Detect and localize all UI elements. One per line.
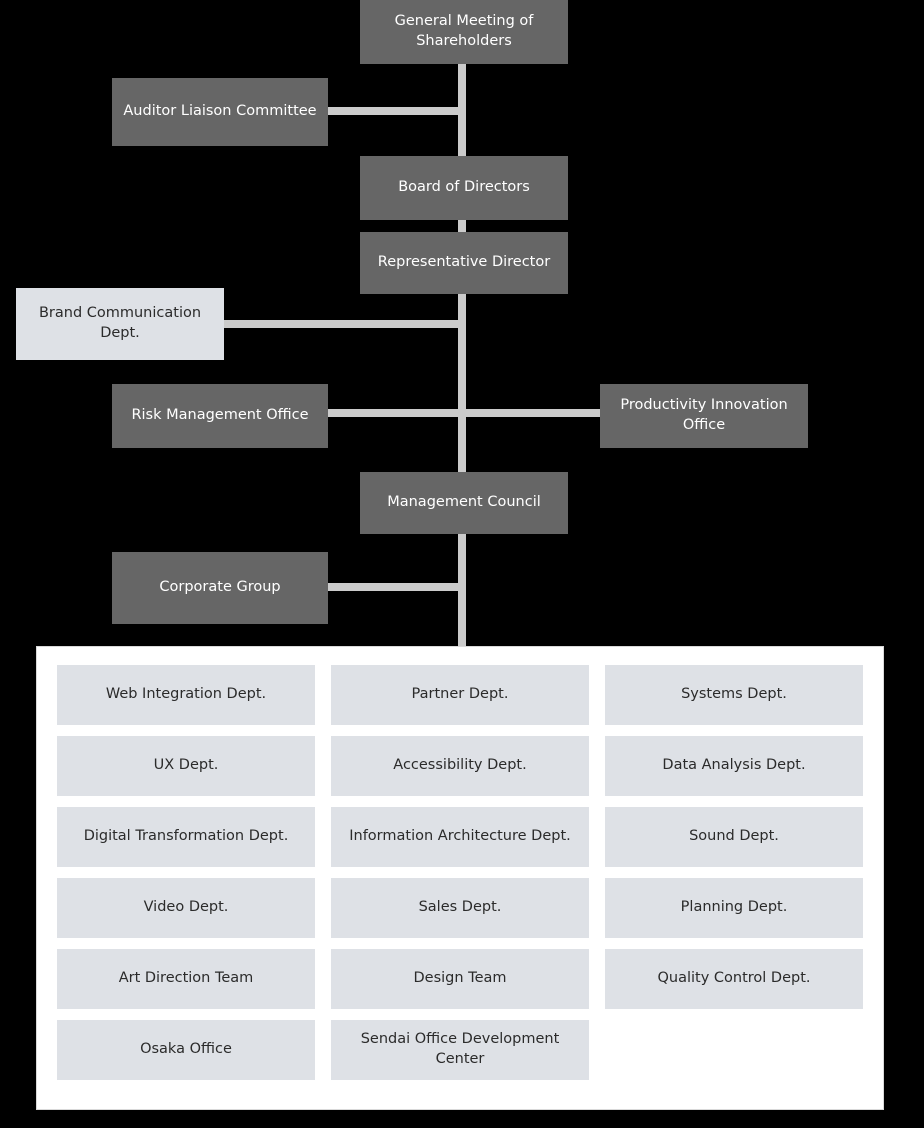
node-management-council[interactable]: Management Council	[360, 472, 568, 534]
department-box[interactable]: Information Architecture Dept.	[331, 807, 589, 867]
department-box[interactable]: Web Integration Dept.	[57, 665, 315, 725]
node-representative-director[interactable]: Representative Director	[360, 232, 568, 294]
department-box[interactable]: Design Team	[331, 949, 589, 1009]
connector-trunk-to-productivity-innovation	[458, 409, 604, 417]
connector-management-council-to-departments	[458, 534, 466, 650]
department-label: Digital Transformation Dept.	[83, 828, 289, 845]
department-cell-empty	[605, 1020, 863, 1080]
department-box[interactable]: Partner Dept.	[331, 665, 589, 725]
department-box[interactable]: Osaka Office	[57, 1020, 315, 1080]
department-box[interactable]: UX Dept.	[57, 736, 315, 796]
department-label: Accessibility Dept.	[393, 757, 527, 774]
node-label: Board of Directors	[398, 179, 530, 196]
connector-auditor-liaison-to-trunk	[328, 107, 466, 115]
department-box[interactable]: Data Analysis Dept.	[605, 736, 863, 796]
department-label: Design Team	[413, 970, 507, 987]
connector-corporate-group-to-trunk	[328, 583, 466, 591]
department-box[interactable]: Sendai Office Development Center	[331, 1020, 589, 1080]
connector-brand-communication-to-trunk	[224, 320, 466, 328]
department-box[interactable]: Video Dept.	[57, 878, 315, 938]
departments-panel: Web Integration Dept. Partner Dept. System…	[36, 646, 884, 1110]
department-box[interactable]: Accessibility Dept.	[331, 736, 589, 796]
department-label: Video Dept.	[143, 899, 229, 916]
department-label: Art Direction Team	[118, 970, 254, 987]
department-label: Sales Dept.	[418, 899, 502, 916]
org-chart-canvas: General Meeting of Shareholders Auditor …	[0, 0, 924, 1128]
department-label: Planning Dept.	[680, 899, 788, 916]
department-box[interactable]: Sound Dept.	[605, 807, 863, 867]
department-label: Web Integration Dept.	[105, 686, 267, 703]
node-general-meeting-of-shareholders[interactable]: General Meeting of Shareholders	[360, 0, 568, 64]
department-label: Sound Dept.	[689, 828, 779, 845]
node-label: Corporate Group	[159, 579, 281, 596]
department-box[interactable]: Systems Dept.	[605, 665, 863, 725]
node-risk-management-office[interactable]: Risk Management Office	[112, 384, 328, 448]
department-label: Systems Dept.	[681, 686, 787, 703]
departments-grid: Web Integration Dept. Partner Dept. System…	[57, 665, 863, 1080]
node-label: Auditor Liaison Committee	[123, 103, 317, 120]
node-label: Brand Communication Dept.	[38, 305, 202, 341]
department-label: Partner Dept.	[411, 686, 509, 703]
node-label: Representative Director	[377, 254, 551, 271]
node-label: Risk Management Office	[131, 407, 309, 424]
department-label: Information Architecture Dept.	[349, 828, 571, 845]
department-label: Sendai Office Development Center	[360, 1031, 560, 1067]
department-label: Quality Control Dept.	[657, 970, 811, 987]
department-label: Data Analysis Dept.	[662, 757, 806, 774]
department-box[interactable]: Art Direction Team	[57, 949, 315, 1009]
department-box[interactable]: Quality Control Dept.	[605, 949, 863, 1009]
node-corporate-group[interactable]: Corporate Group	[112, 552, 328, 624]
connector-risk-management-to-trunk	[328, 409, 466, 417]
node-productivity-innovation-office[interactable]: Productivity Innovation Office	[600, 384, 808, 448]
node-board-of-directors[interactable]: Board of Directors	[360, 156, 568, 220]
department-box[interactable]: Digital Transformation Dept.	[57, 807, 315, 867]
node-brand-communication-dept[interactable]: Brand Communication Dept.	[16, 288, 224, 360]
node-label: Productivity Innovation Office	[620, 397, 788, 433]
node-auditor-liaison-committee[interactable]: Auditor Liaison Committee	[112, 78, 328, 146]
department-label: Osaka Office	[140, 1041, 232, 1058]
department-box[interactable]: Sales Dept.	[331, 878, 589, 938]
department-label: UX Dept.	[153, 757, 219, 774]
node-label: Management Council	[387, 494, 541, 511]
node-label: General Meeting of Shareholders	[394, 13, 534, 49]
department-box[interactable]: Planning Dept.	[605, 878, 863, 938]
